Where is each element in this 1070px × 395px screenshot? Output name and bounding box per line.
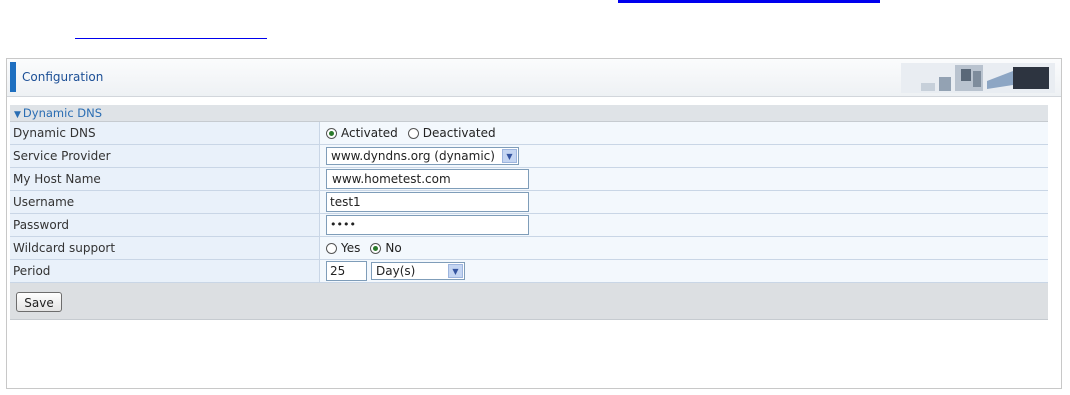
password-label: Password [10, 214, 320, 236]
service-provider-label: Service Provider [10, 145, 320, 167]
radio-no-label: No [385, 241, 402, 255]
radio-deactivated-label: Deactivated [422, 126, 496, 140]
panel-title: Configuration [22, 70, 104, 84]
radio-activated[interactable] [326, 127, 337, 139]
chevron-down-icon: ▼ [502, 149, 517, 163]
row-period: Period 25 Day(s) ▼ [10, 260, 1048, 283]
collapse-triangle-icon: ▼ [14, 110, 21, 120]
username-input[interactable]: test1 [326, 192, 529, 212]
header-accent-bar [10, 62, 16, 92]
dynamic-dns-label: Dynamic DNS [10, 122, 320, 144]
dynamic-dns-section: ▼ Dynamic DNS Dynamic DNS Activated Deact… [10, 105, 1048, 320]
radio-activated-label: Activated [341, 126, 398, 140]
network-banner-graphic [901, 63, 1055, 93]
host-name-input[interactable]: www.hometest.com [326, 169, 529, 189]
save-button[interactable]: Save [16, 292, 62, 312]
radio-no[interactable] [370, 242, 382, 254]
wildcard-label: Wildcard support [10, 237, 320, 259]
configuration-panel: Configuration ▼ Dynamic DNS Dynamic DNS A… [6, 58, 1062, 389]
row-password: Password •••• [10, 214, 1048, 237]
row-service-provider: Service Provider www.dyndns.org (dynamic… [10, 145, 1048, 168]
top-link-underline[interactable] [618, 0, 880, 3]
row-wildcard: Wildcard support Yes No [10, 237, 1048, 260]
radio-yes-label: Yes [341, 241, 361, 255]
section-header[interactable]: ▼ Dynamic DNS [10, 105, 1048, 122]
row-username: Username test1 [10, 191, 1048, 214]
row-dynamic-dns: Dynamic DNS Activated Deactivated [10, 122, 1048, 145]
service-provider-value: www.dyndns.org (dynamic) [331, 149, 495, 163]
top-link-underline-left[interactable] [75, 38, 267, 39]
row-host-name: My Host Name www.hometest.com [10, 168, 1048, 191]
radio-yes[interactable] [326, 242, 337, 254]
period-unit-value: Day(s) [376, 264, 416, 278]
password-input[interactable]: •••• [326, 215, 529, 235]
button-bar: Save [10, 283, 1048, 320]
period-label: Period [10, 260, 320, 282]
chevron-down-icon: ▼ [448, 264, 463, 278]
section-title: Dynamic DNS [22, 106, 103, 120]
period-unit-select[interactable]: Day(s) ▼ [371, 262, 465, 280]
username-label: Username [10, 191, 320, 213]
panel-header: Configuration [7, 59, 1061, 97]
host-name-label: My Host Name [10, 168, 320, 190]
radio-deactivated[interactable] [407, 127, 419, 139]
service-provider-select[interactable]: www.dyndns.org (dynamic) ▼ [326, 147, 519, 165]
period-input[interactable]: 25 [326, 261, 367, 281]
